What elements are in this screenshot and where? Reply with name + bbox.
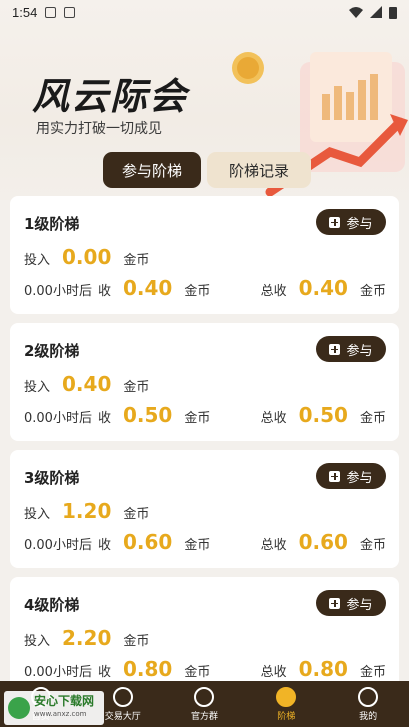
coin-label: 金币 — [184, 411, 211, 426]
hours-after-label: 0.00小时后 — [24, 538, 92, 553]
plus-icon — [329, 470, 341, 482]
invest-row: 投入 0.40 金币 — [24, 372, 149, 396]
join-button[interactable]: 参与 — [316, 590, 386, 616]
watermark-title: 安心下载网 — [34, 694, 95, 708]
watermark: 安心下载网 www.anxz.com — [4, 691, 104, 725]
watermark-url: www.anxz.com — [34, 710, 87, 718]
total-label: 总收 — [260, 665, 287, 680]
status-time: 1:54 — [12, 4, 38, 20]
signal-icon — [370, 6, 382, 18]
coin-label: 金币 — [123, 380, 150, 395]
total-value: 0.40 — [298, 276, 348, 300]
coin-label: 金币 — [184, 284, 211, 299]
receive-label: 收 — [97, 411, 111, 426]
nav-label: 我的 — [359, 711, 378, 722]
user-icon — [358, 686, 379, 707]
invest-row: 投入 0.00 金币 — [24, 245, 149, 269]
receive-row: 0.00小时后 收 0.50 金币 总收 0.50 金币 — [24, 403, 386, 427]
ladder-card: 3级阶梯 参与 投入 1.20 金币 0.00小时后 收 0.60 金币 总收 … — [10, 450, 399, 568]
coin-label: 金币 — [123, 507, 150, 522]
join-label: 参与 — [346, 470, 373, 486]
coin-label: 金币 — [123, 634, 150, 649]
nav-official-group[interactable]: 官方群 — [164, 686, 246, 722]
receive-label: 收 — [97, 284, 111, 299]
ladder-title: 2级阶梯 — [24, 342, 80, 360]
screen-icon — [64, 6, 76, 18]
coin-label: 金币 — [359, 538, 386, 553]
plus-icon — [329, 597, 341, 609]
receive-label: 收 — [97, 538, 111, 553]
nav-ladder[interactable]: 阶梯 — [245, 686, 327, 722]
wifi-icon — [349, 7, 363, 18]
ladder-card: 4级阶梯 参与 投入 2.20 金币 0.00小时后 收 0.80 金币 总收 … — [10, 577, 399, 695]
watermark-logo-icon — [8, 697, 30, 719]
invest-label: 投入 — [24, 507, 51, 522]
invest-value: 0.40 — [62, 372, 112, 396]
join-label: 参与 — [346, 343, 373, 359]
hero-subtitle: 用实力打破一切成见 — [36, 121, 162, 137]
status-bar: 1:54 — [0, 0, 409, 24]
join-label: 参与 — [346, 216, 373, 232]
nav-mine[interactable]: 我的 — [327, 686, 409, 722]
receive-row: 0.00小时后 收 0.80 金币 总收 0.80 金币 — [24, 657, 386, 681]
join-button[interactable]: 参与 — [316, 209, 386, 235]
coin-label: 金币 — [359, 411, 386, 426]
receive-row: 0.00小时后 收 0.60 金币 总收 0.60 金币 — [24, 530, 386, 554]
trade-icon — [112, 686, 133, 707]
coin-label: 金币 — [359, 284, 386, 299]
nav-label: 阶梯 — [277, 711, 296, 722]
total-label: 总收 — [260, 284, 287, 299]
join-button[interactable]: 参与 — [316, 463, 386, 489]
nav-label: 官方群 — [190, 711, 218, 722]
invest-row: 投入 1.20 金币 — [24, 499, 149, 523]
join-button[interactable]: 参与 — [316, 336, 386, 362]
receive-value: 0.80 — [122, 657, 173, 681]
battery-icon — [389, 6, 397, 19]
nav-label: 交易大厅 — [104, 711, 141, 722]
invest-value: 1.20 — [62, 499, 112, 523]
coin-label: 金币 — [184, 538, 211, 553]
coin-label: 金币 — [359, 665, 386, 680]
total-value: 0.80 — [298, 657, 348, 681]
ladder-icon — [276, 686, 297, 707]
invest-label: 投入 — [24, 253, 51, 268]
total-label: 总收 — [260, 538, 287, 553]
tab-bar: 参与阶梯 阶梯记录 — [103, 152, 311, 188]
plus-icon — [329, 216, 341, 228]
watermark-text: 安心下载网 www.anxz.com — [34, 695, 94, 721]
join-label: 参与 — [346, 597, 373, 613]
hours-after-label: 0.00小时后 — [24, 284, 92, 299]
chat-icon — [194, 686, 215, 707]
hours-after-label: 0.00小时后 — [24, 665, 92, 680]
ladder-title: 3级阶梯 — [24, 469, 80, 487]
tab-ladder-records[interactable]: 阶梯记录 — [207, 152, 311, 188]
receive-value: 0.60 — [122, 530, 173, 554]
receive-value: 0.40 — [122, 276, 173, 300]
total-value: 0.50 — [298, 403, 348, 427]
ladder-title: 1级阶梯 — [24, 215, 80, 233]
hero-title: 风云际会 — [32, 74, 188, 118]
invest-label: 投入 — [24, 380, 51, 395]
total-value: 0.60 — [298, 530, 348, 554]
tab-join-ladder[interactable]: 参与阶梯 — [103, 152, 201, 188]
notification-icon — [45, 6, 57, 18]
ladder-card: 2级阶梯 参与 投入 0.40 金币 0.00小时后 收 0.50 金币 总收 … — [10, 323, 399, 441]
total-label: 总收 — [260, 411, 287, 426]
coin-label: 金币 — [123, 253, 150, 268]
receive-row: 0.00小时后 收 0.40 金币 总收 0.40 金币 — [24, 276, 386, 300]
ladder-card: 1级阶梯 参与 投入 0.00 金币 0.00小时后 收 0.40 金币 总收 … — [10, 196, 399, 314]
invest-label: 投入 — [24, 634, 51, 649]
receive-value: 0.50 — [122, 403, 173, 427]
plus-icon — [329, 343, 341, 355]
hours-after-label: 0.00小时后 — [24, 411, 92, 426]
ladder-list: 1级阶梯 参与 投入 0.00 金币 0.00小时后 收 0.40 金币 总收 … — [10, 196, 399, 704]
invest-row: 投入 2.20 金币 — [24, 626, 149, 650]
ladder-title: 4级阶梯 — [24, 596, 80, 614]
invest-value: 2.20 — [62, 626, 112, 650]
receive-label: 收 — [97, 665, 111, 680]
invest-value: 0.00 — [62, 245, 112, 269]
coin-label: 金币 — [184, 665, 211, 680]
